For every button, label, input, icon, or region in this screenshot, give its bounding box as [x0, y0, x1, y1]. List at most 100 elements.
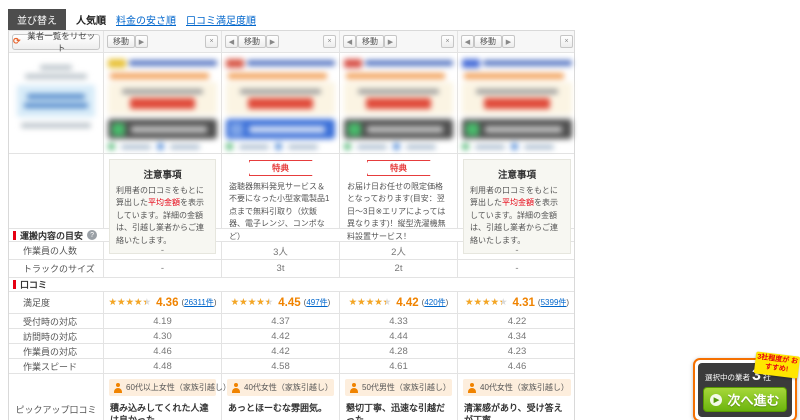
card-links[interactable]	[344, 143, 453, 150]
star-rating-icon: ★★★★★★★★★★	[464, 296, 508, 308]
perk-cell-3: 特典 お届け日お任せの限定価格となっております(目安：翌日〜3日※エリアによって…	[340, 154, 458, 241]
review-title: 懇切丁寧、迅速な引越だった。	[346, 403, 446, 420]
pickup-review-row: ピックアップ口コミ 60代以上女性（家族引越し） 積み込みしてくれた人達は良かっ…	[9, 374, 574, 420]
truck-row: トラックのサイズ - 3t 2t -	[9, 260, 574, 278]
review-cell-1: 60代以上女性（家族引越し） 積み込みしてくれた人達は良かった 荷物おろしの挨拶…	[104, 374, 231, 420]
next-button-label: 次へ進む	[727, 393, 780, 408]
check-icon	[466, 122, 479, 136]
person-icon	[467, 382, 476, 393]
help-icon[interactable]: ?	[87, 230, 98, 240]
move-button[interactable]: 移動	[107, 35, 135, 48]
selected-label: 選択中の業者	[705, 373, 750, 382]
sort-tabbar: 並び替え 人気順 料金の安さ順 口コミ満足度順	[8, 9, 256, 30]
move-right-icon[interactable]: ▶	[384, 35, 397, 48]
notice-text: 利用者の口コミをもとに算出した平均金額を表示しています。詳細の金額は、引越し業者…	[470, 186, 558, 245]
notice-title: 注意事項	[497, 170, 536, 181]
score-value: 4.46	[507, 360, 527, 372]
score-value: 4.23	[507, 345, 527, 357]
select-company-button[interactable]	[226, 119, 335, 139]
perk-cell-2: 特典 盗聴器無料発見サービス＆不要になった小型家電製品1点まで無料引取り（炊飯器…	[222, 154, 340, 241]
card-links[interactable]	[108, 143, 217, 150]
blurred-company-card	[222, 53, 339, 153]
rating-value: 4.36	[156, 296, 179, 309]
close-icon[interactable]: ×	[205, 35, 218, 48]
close-icon[interactable]: ×	[441, 35, 454, 48]
perk-ribbon: 特典	[248, 160, 313, 176]
person-icon	[113, 382, 122, 393]
price-note-line	[110, 73, 209, 79]
column-controls-row: ⟳ 業者一覧をリセット 移動 ▶ × ◀ 移動 ▶ × ◀ 移動 ▶ × ◀ 移…	[9, 31, 574, 53]
close-icon[interactable]: ×	[560, 35, 573, 48]
selected-company-button[interactable]	[108, 119, 217, 139]
column-header-3: ◀ 移動 ▶ ×	[340, 31, 458, 52]
reviewer-chip: 50代男性（家族引越し）	[345, 379, 452, 396]
blurred-company-card	[340, 53, 457, 153]
card-links[interactable]	[226, 143, 335, 150]
company-card-2	[222, 53, 340, 153]
score-value: 4.22	[507, 315, 527, 327]
review-count-link[interactable]: 5399件	[541, 298, 567, 307]
move-left-icon[interactable]: ◀	[225, 35, 238, 48]
sort-label: 並び替え	[8, 9, 66, 30]
move-right-icon[interactable]: ▶	[502, 35, 515, 48]
speed-row: 作業スピード 4.48 4.58 4.61 4.46	[9, 359, 574, 374]
move-button[interactable]: 移動	[356, 35, 384, 48]
crew-row: 作業員の人数 - 3人 2人 -	[9, 242, 574, 260]
selection-summary-box: 3社程度が おすすめ! 選択中の業者 3 社 ▶ 次へ進む	[693, 351, 800, 420]
selected-company-button[interactable]	[462, 119, 572, 139]
rating-value: 4.31	[512, 296, 535, 309]
close-icon[interactable]: ×	[323, 35, 336, 48]
section-title: 運搬内容の目安	[20, 230, 84, 241]
rating-value: 4.45	[278, 296, 301, 309]
score-value: 4.42	[222, 329, 340, 343]
card-links[interactable]	[462, 143, 572, 150]
move-button[interactable]: 移動	[474, 35, 502, 48]
review-count: (26311件)	[181, 298, 217, 307]
tab-review-satisfaction[interactable]: 口コミ満足度順	[186, 12, 256, 27]
truck-value-2: 3t	[222, 260, 340, 277]
reviewer-label: 50代男性（家族引越し）	[362, 383, 451, 392]
company-card-3	[340, 53, 458, 153]
tab-popularity[interactable]: 人気順	[76, 12, 106, 27]
review-cell-4: 40代女性（家族引越し） 清潔感があり、受け答えが丁寧 親身になって対応してもら…	[458, 374, 576, 420]
reviewer-label: 40代女性（家族引越し）	[480, 383, 569, 392]
review-count: (420件)	[421, 298, 449, 307]
notice-box: 注意事項 利用者の口コミをもとに算出した平均金額を表示しています。詳細の金額は、…	[463, 159, 571, 254]
reset-cell: ⟳ 業者一覧をリセット	[9, 31, 104, 53]
review-count-link[interactable]: 497件	[306, 298, 327, 307]
arrow-right-icon: ▶	[710, 393, 723, 406]
person-icon	[231, 382, 240, 393]
review-count-link[interactable]: 26311件	[184, 298, 214, 307]
next-step-button[interactable]: ▶ 次へ進む	[703, 387, 787, 412]
score-value: 4.42	[222, 344, 340, 358]
move-button[interactable]: 移動	[238, 35, 266, 48]
selected-company-button[interactable]	[344, 119, 453, 139]
perk-text: 盗聴器無料発見サービス＆不要になった小型家電製品1点まで無料引取り（炊飯器、電子…	[229, 182, 330, 241]
reviewer-label: 40代女性（家族引越し）	[244, 383, 333, 392]
price-note-line	[346, 73, 445, 79]
move-right-icon[interactable]: ▶	[135, 35, 148, 48]
score-value: 4.33	[340, 314, 458, 328]
review-count-link[interactable]: 420件	[424, 298, 445, 307]
move-right-icon[interactable]: ▶	[266, 35, 279, 48]
satisfaction-cell-3: ★★★★★★★★★★ 4.42 (420件)	[340, 292, 458, 313]
reviewer-chip: 60代以上女性（家族引越し）	[109, 379, 231, 396]
row-label: 受付時の対応	[9, 314, 104, 328]
empty-cell	[9, 154, 104, 228]
truck-value-1: -	[104, 260, 222, 277]
column-header-1: 移動 ▶ ×	[104, 31, 222, 52]
move-left-icon[interactable]: ◀	[343, 35, 356, 48]
reset-label: 業者一覧をリセット	[27, 30, 96, 53]
price-panel	[462, 82, 572, 115]
check-icon	[112, 122, 125, 136]
reset-list-button[interactable]: ⟳ 業者一覧をリセット	[12, 31, 100, 53]
notice-text: 利用者の口コミをもとに算出した平均金額を表示しています。詳細の金額は、引越し業者…	[116, 186, 204, 245]
check-icon	[230, 122, 243, 136]
tab-price[interactable]: 料金の安さ順	[116, 12, 176, 27]
company-logo	[226, 56, 335, 70]
company-logo	[108, 56, 217, 70]
company-logo	[462, 56, 572, 70]
move-left-icon[interactable]: ◀	[461, 35, 474, 48]
column-header-4: ◀ 移動 ▶ ×	[458, 31, 576, 52]
row-label: 訪問時の対応	[9, 329, 104, 343]
